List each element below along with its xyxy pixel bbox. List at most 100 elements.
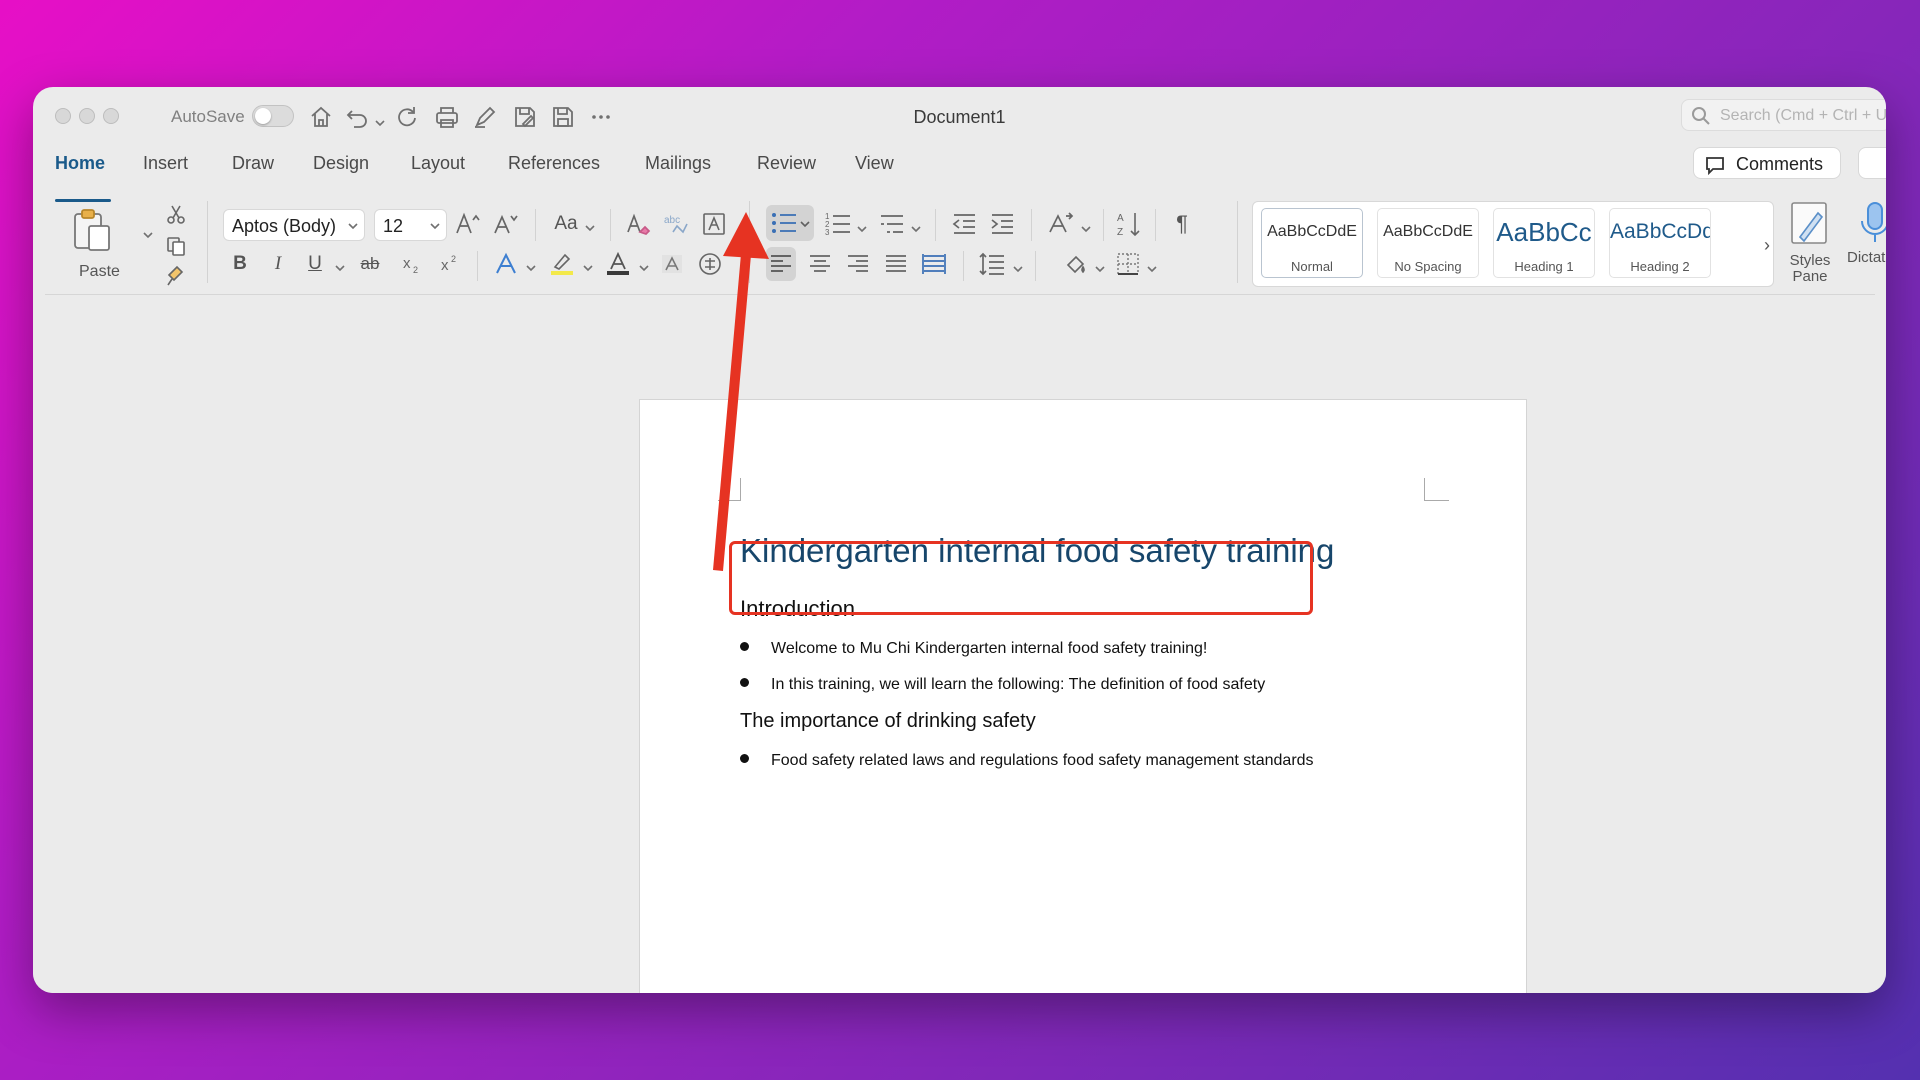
tab-mailings[interactable]: Mailings [645, 153, 711, 174]
grow-font-icon[interactable] [453, 209, 483, 239]
margin-marker [718, 478, 741, 501]
styles-pane-button[interactable]: Styles Pane [1780, 201, 1840, 291]
share-button[interactable] [1858, 147, 1886, 179]
text-direction-icon[interactable] [1045, 209, 1075, 239]
underline-button[interactable]: U [300, 249, 330, 279]
style-no-spacing[interactable]: AaBbCcDdE No Spacing [1377, 208, 1479, 278]
style-heading-1[interactable]: AaBbCc Heading 1 [1493, 208, 1595, 278]
text-effects-icon[interactable] [491, 249, 521, 279]
cut-icon[interactable] [161, 199, 191, 229]
document-canvas[interactable]: Kindergarten internal food safety traini… [33, 295, 1886, 993]
align-center-icon[interactable] [805, 249, 835, 279]
clear-formatting-icon[interactable] [623, 209, 653, 239]
tab-home[interactable]: Home [55, 153, 105, 174]
change-case-dropdown-icon[interactable] [585, 220, 595, 232]
align-left-icon [771, 255, 791, 272]
highlight-color-icon[interactable] [547, 249, 577, 279]
document-page[interactable]: Kindergarten internal food safety traini… [639, 399, 1527, 993]
svg-text:2: 2 [413, 265, 418, 275]
font-color-icon[interactable] [603, 249, 633, 279]
style-heading-2[interactable]: AaBbCcDd Heading 2 [1609, 208, 1711, 278]
annotation-highlight-box [729, 541, 1313, 615]
align-left-button[interactable] [766, 247, 796, 281]
distributed-icon[interactable] [919, 249, 949, 279]
list-item-text: In this training, we will learn the foll… [771, 676, 1266, 693]
svg-text:abc: abc [664, 215, 680, 226]
underline-dropdown-icon[interactable] [335, 260, 345, 272]
character-shading-icon[interactable] [657, 249, 687, 279]
styles-gallery: AaBbCcDdE Normal AaBbCcDdE No Spacing Aa… [1252, 201, 1774, 287]
chevron-down-icon [348, 223, 358, 230]
text-box-icon[interactable] [699, 209, 729, 239]
search-placeholder: Search (Cmd + Ctrl + U) [1720, 107, 1886, 124]
search-input[interactable]: Search (Cmd + Ctrl + U) [1681, 99, 1886, 131]
line-spacing-dropdown-icon[interactable] [1013, 261, 1023, 273]
subscript-icon[interactable]: x2 [397, 249, 427, 279]
tab-layout[interactable]: Layout [411, 153, 465, 174]
font-size-select[interactable]: 12 [374, 209, 447, 241]
paste-button[interactable] [71, 205, 115, 255]
list-item[interactable]: In this training, we will learn the foll… [740, 676, 1265, 694]
bullet-marker [740, 754, 749, 763]
document-heading-importance[interactable]: The importance of drinking safety [740, 710, 1036, 733]
tab-draw[interactable]: Draw [232, 153, 274, 174]
tab-review[interactable]: Review [757, 153, 816, 174]
increase-indent-icon[interactable] [987, 209, 1017, 239]
list-item[interactable]: Welcome to Mu Chi Kindergarten internal … [740, 640, 1207, 658]
chevron-right-icon[interactable]: › [1764, 235, 1770, 256]
bullets-dropdown-icon[interactable] [800, 219, 810, 229]
tab-references[interactable]: References [508, 153, 600, 174]
text-direction-dropdown-icon[interactable] [1081, 221, 1091, 233]
multilevel-dropdown-icon[interactable] [911, 221, 921, 233]
format-painter-icon[interactable] [161, 261, 191, 291]
bold-label: B [233, 253, 247, 274]
paste-dropdown-icon[interactable] [143, 227, 153, 239]
bold-button[interactable]: B [225, 249, 255, 279]
change-case-button[interactable]: Aa [549, 209, 583, 239]
font-color-dropdown-icon[interactable] [639, 260, 649, 272]
borders-icon[interactable] [1113, 249, 1143, 279]
strikethrough-label: ab [360, 254, 380, 273]
shading-dropdown-icon[interactable] [1095, 261, 1105, 273]
comments-button[interactable]: Comments [1693, 147, 1841, 179]
multilevel-list-icon[interactable] [877, 209, 907, 239]
text-effects-dropdown-icon[interactable] [526, 260, 536, 272]
italic-button[interactable]: I [263, 249, 293, 279]
strikethrough-button[interactable]: ab [355, 249, 385, 279]
style-preview: AaBbCcDd [1610, 220, 1710, 243]
svg-text:2: 2 [451, 254, 456, 264]
line-spacing-icon[interactable] [977, 249, 1007, 279]
svg-text:Z: Z [1117, 227, 1123, 238]
bullet-marker [740, 642, 749, 651]
borders-dropdown-icon[interactable] [1147, 261, 1157, 273]
change-case-label: Aa [554, 213, 578, 234]
decrease-indent-icon[interactable] [949, 209, 979, 239]
align-right-icon[interactable] [843, 249, 873, 279]
sort-icon[interactable]: AZ [1115, 209, 1145, 239]
numbering-dropdown-icon[interactable] [857, 221, 867, 233]
copy-icon[interactable] [161, 231, 191, 261]
bullets-button[interactable] [766, 205, 814, 241]
show-formatting-marks-icon[interactable]: ¶ [1167, 209, 1197, 239]
paste-label: Paste [79, 263, 120, 280]
text-effects-spell-icon[interactable]: abc [661, 209, 691, 239]
justify-icon[interactable] [881, 249, 911, 279]
shrink-font-icon[interactable] [491, 209, 521, 239]
style-preview: AaBbCcDdE [1267, 223, 1357, 240]
shading-icon[interactable] [1061, 249, 1091, 279]
tab-design[interactable]: Design [313, 153, 369, 174]
list-item[interactable]: Food safety related laws and regulations… [740, 752, 1314, 770]
highlight-dropdown-icon[interactable] [583, 260, 593, 272]
style-normal[interactable]: AaBbCcDdE Normal [1261, 208, 1363, 278]
document-title: Document1 [913, 107, 1006, 127]
numbering-icon[interactable]: 123 [823, 209, 853, 239]
tab-insert[interactable]: Insert [143, 153, 188, 174]
superscript-icon[interactable]: x2 [435, 249, 465, 279]
dictate-button[interactable]: Dictate [1845, 201, 1886, 291]
style-name: No Spacing [1394, 259, 1462, 274]
enclose-characters-icon[interactable] [695, 249, 725, 279]
font-name-select[interactable]: Aptos (Body) [223, 209, 365, 241]
underline-label: U [308, 253, 322, 274]
tab-view[interactable]: View [855, 153, 894, 174]
svg-text:A: A [1117, 213, 1124, 224]
